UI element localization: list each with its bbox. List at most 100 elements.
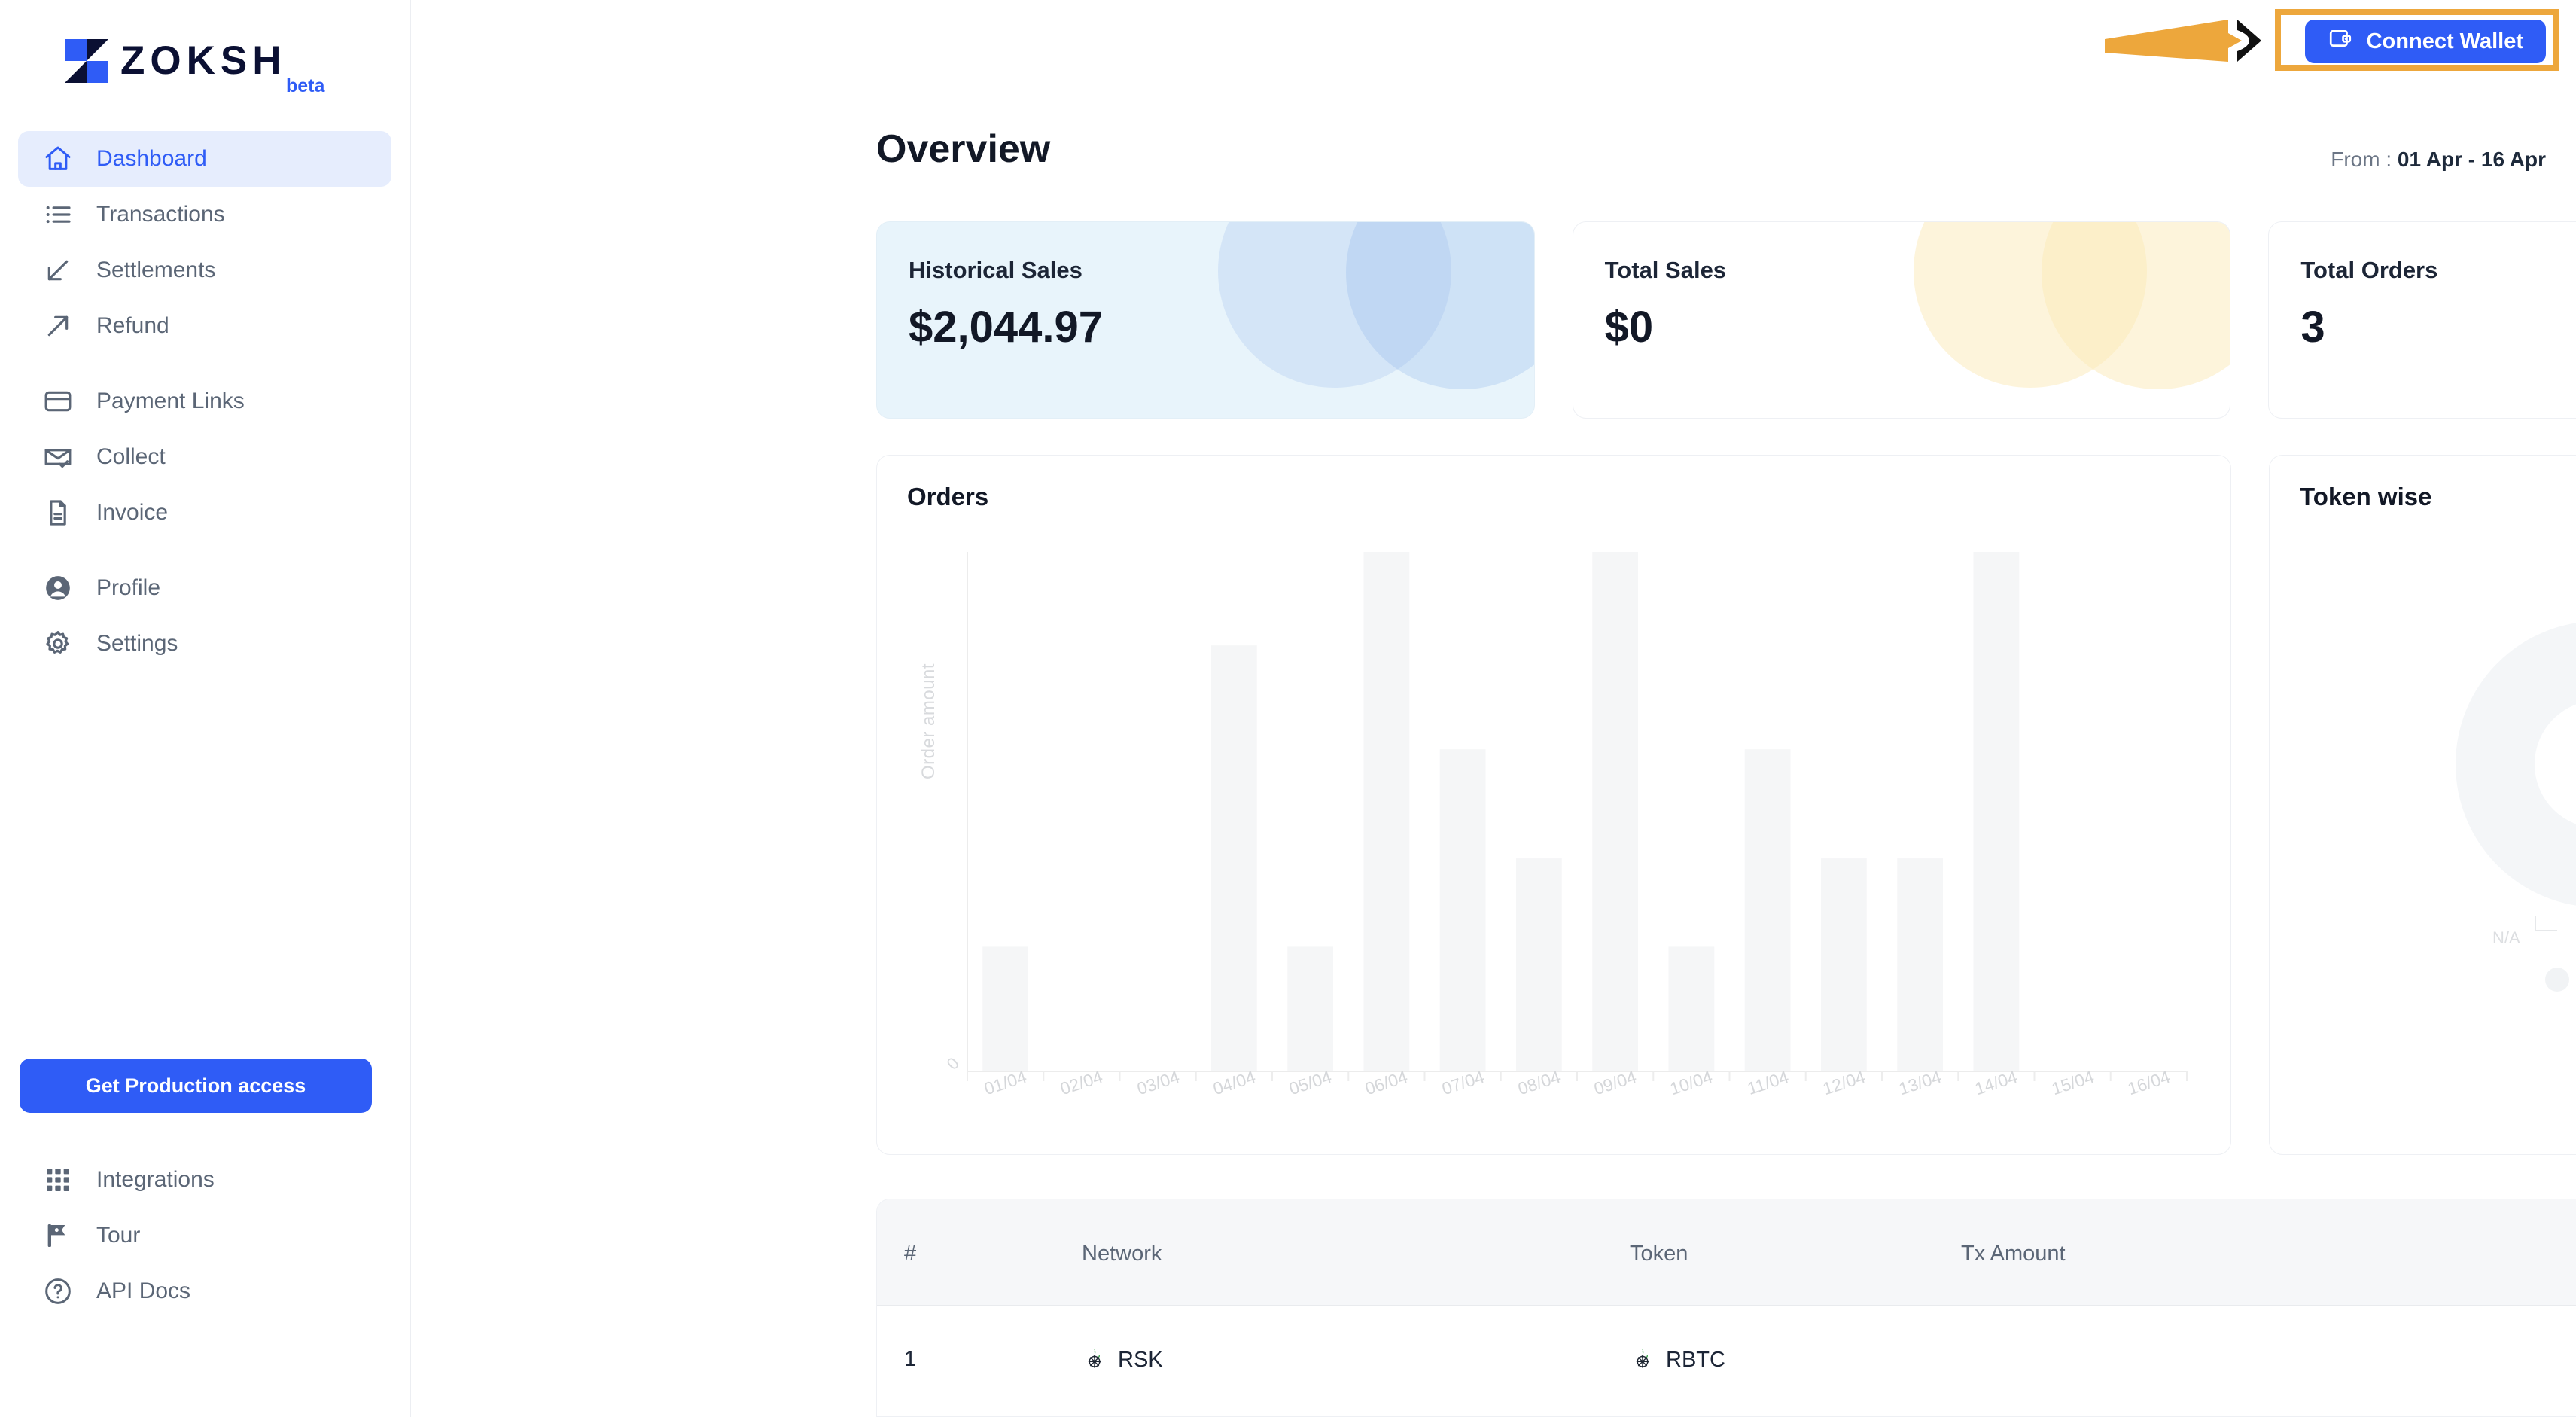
cell-index: 1 xyxy=(904,1347,917,1371)
sidebar-item-label: API Docs xyxy=(96,1278,191,1303)
connect-wallet-label: Connect Wallet xyxy=(2366,29,2523,53)
stat-card-historical-sales: Historical Sales $2,044.97 xyxy=(876,221,1535,419)
bar xyxy=(1211,645,1257,1071)
sidebar-item-payment-links[interactable]: Payment Links xyxy=(18,373,391,429)
sidebar-item-label: Refund xyxy=(96,313,169,338)
sidebar-nav: Dashboard Transactions Settlements Refun… xyxy=(0,131,410,672)
orders-bars-svg xyxy=(967,552,2188,1081)
home-icon xyxy=(42,143,74,175)
arrow-up-right-icon xyxy=(42,310,74,342)
user-circle-icon xyxy=(42,572,74,604)
token-wise-title: Token wise xyxy=(2300,483,2432,510)
bar xyxy=(1592,552,1638,1071)
stat-card-value: $2,044.97 xyxy=(909,303,1104,352)
table-header-network: Network xyxy=(1082,1242,1162,1266)
stat-card-value: 3 xyxy=(2300,303,2325,352)
top-bar: Connect Wallet xyxy=(411,0,2576,98)
annotation-arrow-icon xyxy=(2102,14,2275,68)
sidebar-item-label: Settlements xyxy=(96,257,216,282)
sidebar-bottom-nav: Integrations Tour API Docs xyxy=(0,1152,411,1319)
date-range-value: 01 Apr - 16 Apr xyxy=(2397,148,2546,171)
bar xyxy=(982,946,1028,1071)
cell-token: RBTC xyxy=(1630,1347,1725,1373)
cell-network-label: RSK xyxy=(1118,1347,1163,1372)
sidebar-item-label: Tour xyxy=(96,1223,141,1248)
donut-center-label: N/A xyxy=(2492,928,2520,947)
sidebar-item-settlements[interactable]: Settlements xyxy=(18,242,391,298)
donut-hole xyxy=(2535,700,2576,828)
donut-ring xyxy=(2456,621,2576,907)
orders-bar-chart xyxy=(877,456,2232,1156)
stat-card-total-sales: Total Sales $0 xyxy=(1572,221,2231,419)
table-header-tx-amount: Tx Amount xyxy=(1961,1242,2066,1266)
table-header-token: Token xyxy=(1630,1242,1688,1266)
arrow-down-left-icon xyxy=(42,254,74,286)
sidebar-item-label: Dashboard xyxy=(96,146,207,171)
bar xyxy=(1821,858,1867,1071)
sidebar-item-label: Payment Links xyxy=(96,389,245,413)
credit-card-icon xyxy=(42,385,74,417)
nav-divider-2 xyxy=(0,541,410,560)
wallet-icon xyxy=(2328,26,2353,57)
connect-wallet-button[interactable]: Connect Wallet xyxy=(2304,20,2546,63)
stat-cards: Historical Sales $2,044.97 Total Sales $… xyxy=(876,221,2576,419)
sidebar-item-invoice[interactable]: Invoice xyxy=(18,485,391,541)
brand-name: ZOKSH xyxy=(120,38,287,83)
gear-icon xyxy=(42,628,74,660)
sidebar-item-profile[interactable]: Profile xyxy=(18,560,391,616)
token-wise-panel: Token wise N/A No Data xyxy=(2269,455,2576,1155)
stat-card-total-orders: Total Orders 3 -50% xyxy=(2268,221,2576,419)
app-root: ZOKSH beta Dashboard Transactions Settle… xyxy=(0,0,2576,1417)
sidebar-item-label: Invoice xyxy=(96,500,169,525)
document-icon xyxy=(42,497,74,529)
stat-card-label: Historical Sales xyxy=(909,257,1082,283)
rbtc-icon xyxy=(1630,1347,1655,1373)
sidebar-item-tour[interactable]: Tour xyxy=(18,1208,393,1263)
token-legend: No Data xyxy=(2270,968,2576,992)
rsk-icon xyxy=(1082,1347,1107,1373)
flag-icon xyxy=(42,1220,74,1251)
sidebar-item-collect[interactable]: Collect xyxy=(18,429,391,485)
sidebar-item-label: Profile xyxy=(96,575,161,600)
get-production-access-button[interactable]: Get Production access xyxy=(20,1059,372,1113)
sidebar-item-settings[interactable]: Settings xyxy=(18,616,391,672)
donut-leader-line xyxy=(2535,916,2557,931)
question-circle-icon xyxy=(42,1275,74,1307)
bar xyxy=(1744,749,1791,1071)
bar xyxy=(1668,946,1715,1071)
date-range-filter[interactable]: From : 01 Apr - 16 Apr xyxy=(2331,148,2546,172)
beta-badge: beta xyxy=(286,75,325,96)
stat-card-label: Total Orders xyxy=(2300,257,2438,283)
sidebar-item-label: Settings xyxy=(96,631,178,656)
bar xyxy=(1897,858,1943,1071)
brand-logo[interactable]: ZOKSH beta xyxy=(0,0,410,120)
orders-y-axis-label: Order amount xyxy=(918,663,939,779)
table-header-row: # Network Token Tx Amount Add tokens xyxy=(877,1199,2576,1306)
date-range-prefix: From : xyxy=(2331,148,2398,171)
bar xyxy=(1363,552,1410,1071)
bar xyxy=(1516,858,1562,1071)
legend-swatch xyxy=(2545,968,2570,992)
sidebar-item-api-docs[interactable]: API Docs xyxy=(18,1263,393,1319)
zoksh-logo-icon xyxy=(65,39,108,83)
sidebar-item-dashboard[interactable]: Dashboard xyxy=(18,131,391,187)
chart-panels: Orders Order amount 0 01/04 02/04 03/04 04/… xyxy=(876,455,2576,1155)
sidebar-item-integrations[interactable]: Integrations xyxy=(18,1152,393,1208)
table-row[interactable]: 1 RSK RBTC xyxy=(877,1306,2576,1416)
page-title: Overview xyxy=(876,127,1051,171)
bar xyxy=(1439,749,1486,1071)
mail-check-icon xyxy=(42,441,74,473)
grid-icon xyxy=(42,1164,74,1196)
orders-x-axis-ticks: 01/04 02/04 03/04 04/04 05/04 06/04 07/04 08/04… xyxy=(967,1067,2187,1099)
main-content: Connect Wallet Overview From : 01 Apr - … xyxy=(411,0,2576,1417)
sidebar-item-label: Integrations xyxy=(96,1167,215,1192)
sidebar-item-transactions[interactable]: Transactions xyxy=(18,187,391,242)
sidebar: ZOKSH beta Dashboard Transactions Settle… xyxy=(0,0,411,1417)
bar xyxy=(1287,946,1333,1071)
token-donut-chart xyxy=(2270,553,2576,975)
cell-token-label: RBTC xyxy=(1666,1347,1725,1372)
sidebar-item-label: Collect xyxy=(96,444,166,469)
sidebar-item-refund[interactable]: Refund xyxy=(18,298,391,354)
nav-divider-1 xyxy=(0,354,410,373)
cell-network: RSK xyxy=(1082,1347,1163,1373)
